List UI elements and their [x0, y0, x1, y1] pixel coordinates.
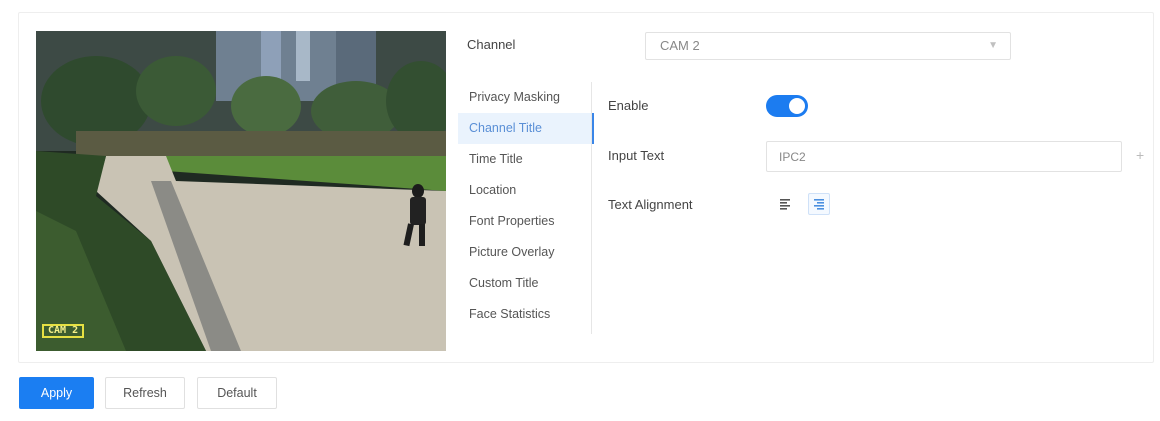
channel-select-value: CAM 2 — [660, 38, 700, 53]
channel-label: Channel — [467, 37, 516, 52]
osd-menu: Privacy Masking Channel Title Time Title… — [458, 82, 594, 330]
chevron-down-icon: ▼ — [988, 40, 998, 51]
menu-item-picture-overlay[interactable]: Picture Overlay — [458, 237, 592, 268]
toggle-knob — [789, 98, 805, 114]
menu-divider — [591, 82, 592, 334]
menu-item-time-title[interactable]: Time Title — [458, 144, 592, 175]
input-text-label: Input Text — [608, 148, 665, 163]
menu-item-face-statistics[interactable]: Face Statistics — [458, 299, 592, 330]
align-left-icon — [780, 199, 790, 210]
menu-item-location[interactable]: Location — [458, 175, 592, 206]
plus-icon[interactable]: + — [1136, 147, 1144, 163]
align-left-button[interactable] — [774, 193, 796, 215]
default-button[interactable]: Default — [197, 377, 277, 409]
menu-item-channel-title[interactable]: Channel Title — [458, 113, 594, 144]
align-right-button[interactable] — [808, 193, 830, 215]
menu-item-custom-title[interactable]: Custom Title — [458, 268, 592, 299]
input-text-field[interactable] — [766, 141, 1122, 172]
enable-toggle[interactable] — [766, 95, 808, 117]
text-alignment-label: Text Alignment — [608, 197, 693, 212]
menu-item-privacy-masking[interactable]: Privacy Masking — [458, 82, 592, 113]
refresh-button[interactable]: Refresh — [105, 377, 185, 409]
enable-label: Enable — [608, 98, 649, 113]
apply-button[interactable]: Apply — [19, 377, 94, 409]
align-right-icon — [814, 199, 824, 210]
menu-item-font-properties[interactable]: Font Properties — [458, 206, 592, 237]
camera-scene-image — [36, 31, 446, 351]
channel-select[interactable]: CAM 2 ▼ — [645, 32, 1011, 60]
osd-channel-title[interactable]: CAM 2 — [42, 324, 85, 338]
video-preview: CAM 2 — [36, 31, 446, 351]
